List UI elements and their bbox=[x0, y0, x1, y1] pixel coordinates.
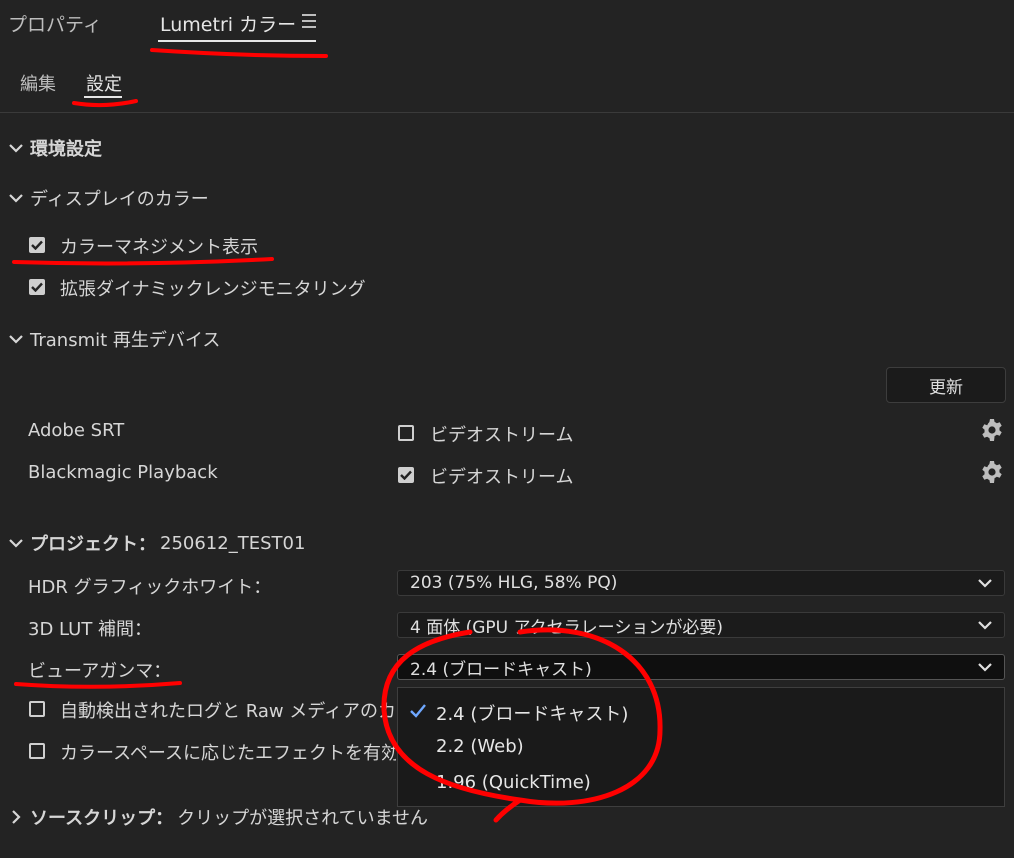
section-transmit[interactable]: Transmit 再生デバイス bbox=[8, 326, 220, 352]
header-divider bbox=[0, 112, 1014, 113]
gamma-value: 2.4 (ブロードキャスト) bbox=[410, 659, 592, 680]
chevron-down-icon bbox=[8, 140, 24, 156]
chevron-down-icon bbox=[8, 535, 24, 551]
adobe-srt-stream-checkbox[interactable] bbox=[398, 425, 414, 441]
active-tab-underline bbox=[158, 40, 316, 42]
lut-value: 4 面体 (GPU アクセラレーションが必要) bbox=[410, 617, 723, 638]
chevron-down-icon bbox=[978, 621, 992, 630]
refresh-button[interactable]: 更新 bbox=[886, 367, 1006, 403]
chevron-right-icon bbox=[8, 809, 24, 825]
check-icon bbox=[31, 282, 43, 292]
hdr-white-select[interactable]: 203 (75% HLG, 58% PQ) bbox=[397, 570, 1005, 596]
subtab-underline bbox=[84, 96, 122, 98]
color-space-effect-checkbox[interactable] bbox=[29, 743, 45, 759]
device-name: Adobe SRT bbox=[28, 420, 125, 441]
auto-detect-label: 自動検出されたログと Raw メディアのカ bbox=[60, 701, 396, 722]
blackmagic-stream-label: ビデオストリーム bbox=[430, 467, 574, 488]
color-space-effect-label: カラースペースに応じたエフェクトを有効 bbox=[60, 743, 396, 764]
gear-icon[interactable] bbox=[980, 418, 1006, 444]
section-display-color[interactable]: ディスプレイのカラー bbox=[8, 185, 209, 211]
chevron-down-icon bbox=[8, 190, 24, 206]
section-env-label: 環境設定 bbox=[30, 139, 102, 160]
gamma-dropdown-menu: 2.4 (ブロードキャスト) 2.2 (Web) 1.96 (QuickTime… bbox=[397, 687, 1005, 807]
section-source-label: ソースクリップ： bbox=[30, 808, 174, 829]
project-name: 250612_TEST01 bbox=[160, 532, 306, 554]
section-display-color-label: ディスプレイのカラー bbox=[30, 189, 209, 210]
section-project[interactable]: プロジェクト： 250612_TEST01 bbox=[8, 530, 305, 556]
chevron-down-icon bbox=[8, 331, 24, 347]
panel-menu-icon[interactable] bbox=[302, 14, 316, 28]
section-env[interactable]: 環境設定 bbox=[8, 135, 102, 161]
gamma-option-web[interactable]: 2.2 (Web) bbox=[436, 736, 524, 757]
hdr-white-value: 203 (75% HLG, 58% PQ) bbox=[410, 573, 618, 593]
section-transmit-label: Transmit 再生デバイス bbox=[30, 330, 221, 351]
hdr-monitoring-label: 拡張ダイナミックレンジモニタリング bbox=[60, 279, 366, 300]
adobe-srt-stream-label: ビデオストリーム bbox=[430, 425, 574, 446]
subtab-settings[interactable]: 設定 bbox=[86, 70, 122, 96]
blackmagic-stream-checkbox[interactable] bbox=[398, 467, 414, 483]
chevron-down-icon bbox=[978, 663, 992, 672]
gamma-option-broadcast[interactable]: 2.4 (ブロードキャスト) bbox=[436, 700, 628, 726]
check-icon bbox=[400, 470, 412, 480]
gamma-label: ビューアガンマ： bbox=[28, 661, 172, 682]
device-name: Blackmagic Playback bbox=[28, 462, 218, 483]
gamma-option-quicktime[interactable]: 1.96 (QuickTime) bbox=[436, 772, 591, 793]
checkmark-icon bbox=[410, 704, 426, 718]
chevron-down-icon bbox=[978, 579, 992, 588]
lut-label: 3D LUT 補間： bbox=[28, 619, 153, 640]
lut-select[interactable]: 4 面体 (GPU アクセラレーションが必要) bbox=[397, 612, 1005, 638]
section-project-label: プロジェクト： bbox=[30, 534, 156, 555]
color-management-label: カラーマネジメント表示 bbox=[60, 237, 258, 258]
subtab-edit[interactable]: 編集 bbox=[20, 70, 56, 96]
color-management-checkbox[interactable] bbox=[29, 237, 45, 253]
hdr-monitoring-checkbox[interactable] bbox=[29, 279, 45, 295]
tab-properties[interactable]: プロパティ bbox=[8, 10, 102, 37]
auto-detect-checkbox[interactable] bbox=[29, 701, 45, 717]
check-icon bbox=[31, 240, 43, 250]
section-source-clip[interactable]: ソースクリップ： クリップが選択されていません bbox=[8, 804, 428, 830]
source-clip-value: クリップが選択されていません bbox=[177, 808, 429, 829]
hdr-white-label: HDR グラフィックホワイト： bbox=[28, 577, 272, 598]
gear-icon[interactable] bbox=[980, 460, 1006, 486]
gamma-select[interactable]: 2.4 (ブロードキャスト) bbox=[397, 654, 1005, 680]
tab-lumetri-color[interactable]: Lumetri カラー bbox=[160, 10, 296, 37]
